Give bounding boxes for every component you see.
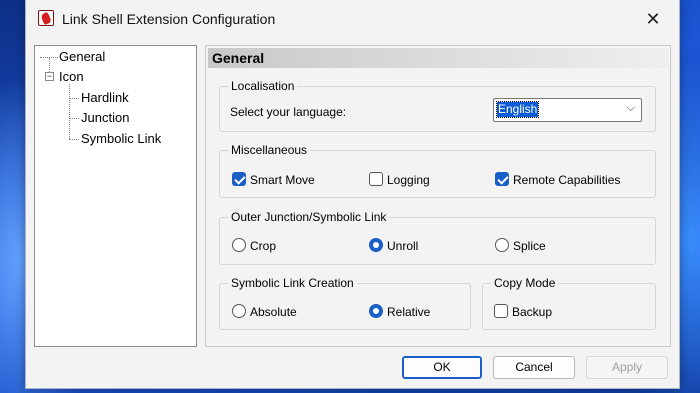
relative-label[interactable]: Relative (387, 305, 430, 319)
cancel-button[interactable]: Cancel (493, 356, 575, 379)
remote-capabilities-label[interactable]: Remote Capabilities (513, 173, 620, 187)
close-icon[interactable]: ✕ (635, 5, 671, 33)
remote-capabilities-checkbox[interactable] (495, 172, 509, 186)
group-label: Outer Junction/Symbolic Link (228, 210, 390, 224)
symbolic-link-creation-group: Symbolic Link Creation Absolute Relative (219, 276, 471, 330)
miscellaneous-group: Miscellaneous Smart Move Logging Remote … (219, 143, 656, 198)
tree-item-label: General (59, 49, 106, 64)
smart-move-checkbox[interactable] (232, 172, 246, 186)
panel-title: General (208, 48, 668, 68)
logging-checkbox[interactable] (369, 172, 383, 186)
relative-radio[interactable] (369, 304, 383, 318)
expand-collapse-icon[interactable]: − (45, 72, 54, 81)
language-value: English (495, 101, 540, 118)
tree-connector (69, 98, 79, 99)
copy-mode-group: Copy Mode Backup (482, 276, 656, 330)
settings-panel: General Localisation Select your languag… (205, 45, 671, 347)
unroll-label[interactable]: Unroll (387, 239, 418, 253)
app-icon (38, 10, 54, 26)
tree-item-label: Junction (81, 110, 130, 125)
group-label: Copy Mode (491, 276, 559, 290)
group-label: Symbolic Link Creation (228, 276, 357, 290)
backup-checkbox[interactable] (494, 304, 508, 318)
ok-button[interactable]: OK (402, 356, 482, 379)
absolute-radio[interactable] (232, 304, 246, 318)
backup-label[interactable]: Backup (512, 305, 552, 319)
tree-connector (69, 84, 70, 139)
tree-item-label: Icon (59, 69, 84, 84)
smart-move-label[interactable]: Smart Move (250, 173, 315, 187)
unroll-radio[interactable] (369, 238, 383, 252)
crop-label[interactable]: Crop (250, 239, 276, 253)
tree-item-label: Hardlink (81, 90, 129, 105)
apply-button[interactable]: Apply (586, 356, 668, 379)
tree-connector (69, 118, 79, 119)
group-label: Localisation (228, 79, 298, 93)
title-bar[interactable]: Link Shell Extension Configuration ✕ (26, 0, 679, 38)
language-prompt: Select your language: (230, 105, 347, 119)
language-select[interactable]: English ⌵ (493, 98, 642, 122)
window-title: Link Shell Extension Configuration (62, 11, 276, 27)
outer-junction-group: Outer Junction/Symbolic Link Crop Unroll… (219, 210, 656, 265)
splice-label[interactable]: Splice (513, 239, 546, 253)
tree-connector (69, 139, 79, 140)
chevron-down-icon: ⌵ (626, 102, 635, 114)
absolute-label[interactable]: Absolute (250, 305, 297, 319)
logging-label[interactable]: Logging (387, 173, 430, 187)
settings-tree: General − Icon Hardlink Junction Symboli… (34, 45, 197, 347)
crop-radio[interactable] (232, 238, 246, 252)
group-label: Miscellaneous (228, 143, 311, 157)
tree-connector (49, 58, 50, 72)
tree-item-label: Symbolic Link (81, 131, 162, 146)
localisation-group: Localisation Select your language: Engli… (219, 79, 656, 132)
splice-radio[interactable] (495, 238, 509, 252)
config-window: Link Shell Extension Configuration ✕ Gen… (25, 0, 680, 389)
